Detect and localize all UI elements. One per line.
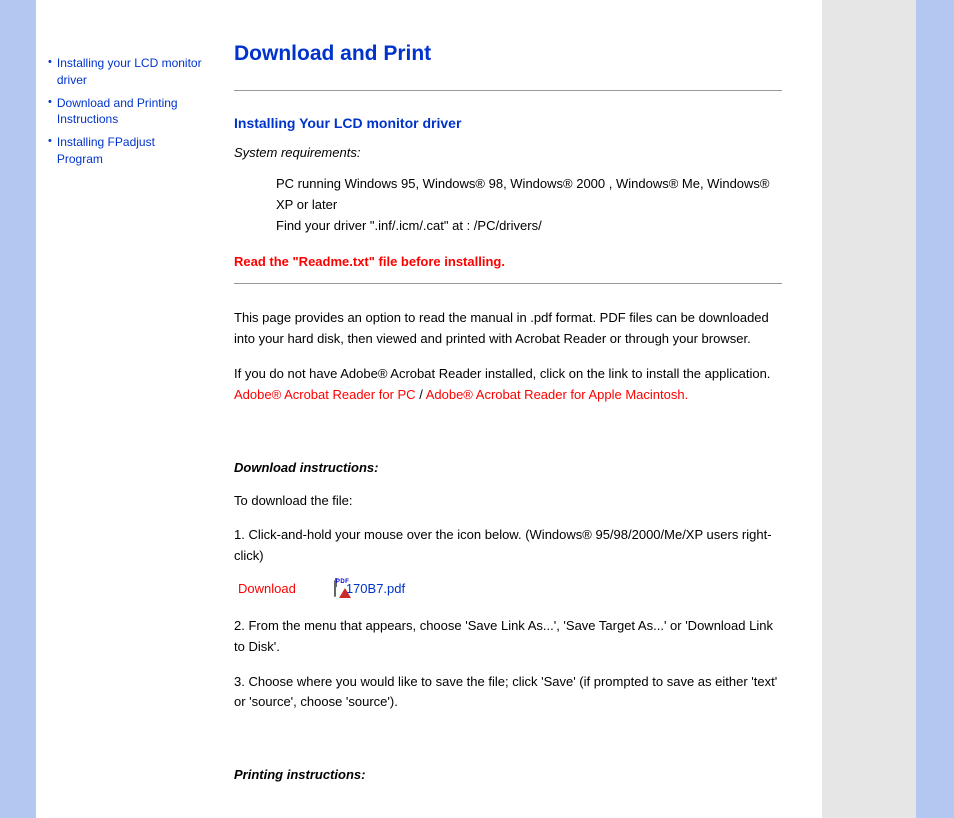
intro-paragraph-1: This page provides an option to read the… — [234, 308, 782, 350]
divider — [234, 283, 782, 284]
intro-p2-text: If you do not have Adobe® Acrobat Reader… — [234, 366, 770, 381]
left-gutter — [0, 0, 36, 818]
sidebar-list: Installing your LCD monitor driver Downl… — [48, 55, 204, 168]
download-intro: To download the file: — [234, 491, 782, 512]
download-step-2: 2. From the menu that appears, choose 'S… — [234, 616, 782, 658]
page-title: Download and Print — [234, 42, 782, 66]
pdf-cell: 170B7.pdf — [334, 581, 405, 596]
link-separator: / — [416, 387, 426, 402]
download-step-3: 3. Choose where you would like to save t… — [234, 672, 782, 714]
spacer — [234, 420, 782, 460]
sidebar: Installing your LCD monitor driver Downl… — [36, 0, 216, 818]
download-row: Download 170B7.pdf — [238, 581, 782, 596]
download-instructions-heading: Download instructions: — [234, 460, 782, 475]
sidebar-link-download-print[interactable]: Download and Printing Instructions — [57, 95, 204, 129]
intro-paragraph-2: If you do not have Adobe® Acrobat Reader… — [234, 364, 782, 406]
pdf-filename-link[interactable]: 170B7.pdf — [346, 581, 405, 596]
download-step-1: 1. Click-and-hold your mouse over the ic… — [234, 525, 782, 567]
main-content: Download and Print Installing Your LCD m… — [216, 0, 812, 818]
req-line: Find your driver ".inf/.icm/.cat" at : /… — [276, 216, 782, 237]
sidebar-item: Installing FPadjust Program — [48, 134, 204, 168]
sidebar-item: Installing your LCD monitor driver — [48, 55, 204, 89]
sidebar-link-fpadjust[interactable]: Installing FPadjust Program — [57, 134, 204, 168]
heading-install-driver: Installing Your LCD monitor driver — [234, 115, 782, 131]
right-gutter — [812, 0, 954, 818]
sidebar-item: Download and Printing Instructions — [48, 95, 204, 129]
pdf-icon — [334, 580, 336, 597]
right-gutter-grey — [822, 0, 916, 818]
download-label: Download — [238, 581, 296, 596]
system-requirements-block: PC running Windows 95, Windows® 98, Wind… — [234, 174, 782, 236]
right-gutter-blue — [916, 0, 954, 818]
page-container: Installing your LCD monitor driver Downl… — [0, 0, 954, 818]
divider — [234, 90, 782, 91]
sidebar-link-install-driver[interactable]: Installing your LCD monitor driver — [57, 55, 204, 89]
pdf-icon-link[interactable] — [334, 581, 336, 596]
acrobat-pc-link[interactable]: Adobe® Acrobat Reader for PC — [234, 387, 416, 402]
acrobat-mac-link[interactable]: Adobe® Acrobat Reader for Apple Macintos… — [426, 387, 689, 402]
req-line: PC running Windows 95, Windows® 98, Wind… — [276, 174, 782, 216]
spacer — [234, 727, 782, 767]
system-requirements-label: System requirements: — [234, 145, 782, 160]
readme-warning: Read the "Readme.txt" file before instal… — [234, 254, 782, 269]
printing-instructions-heading: Printing instructions: — [234, 767, 782, 782]
